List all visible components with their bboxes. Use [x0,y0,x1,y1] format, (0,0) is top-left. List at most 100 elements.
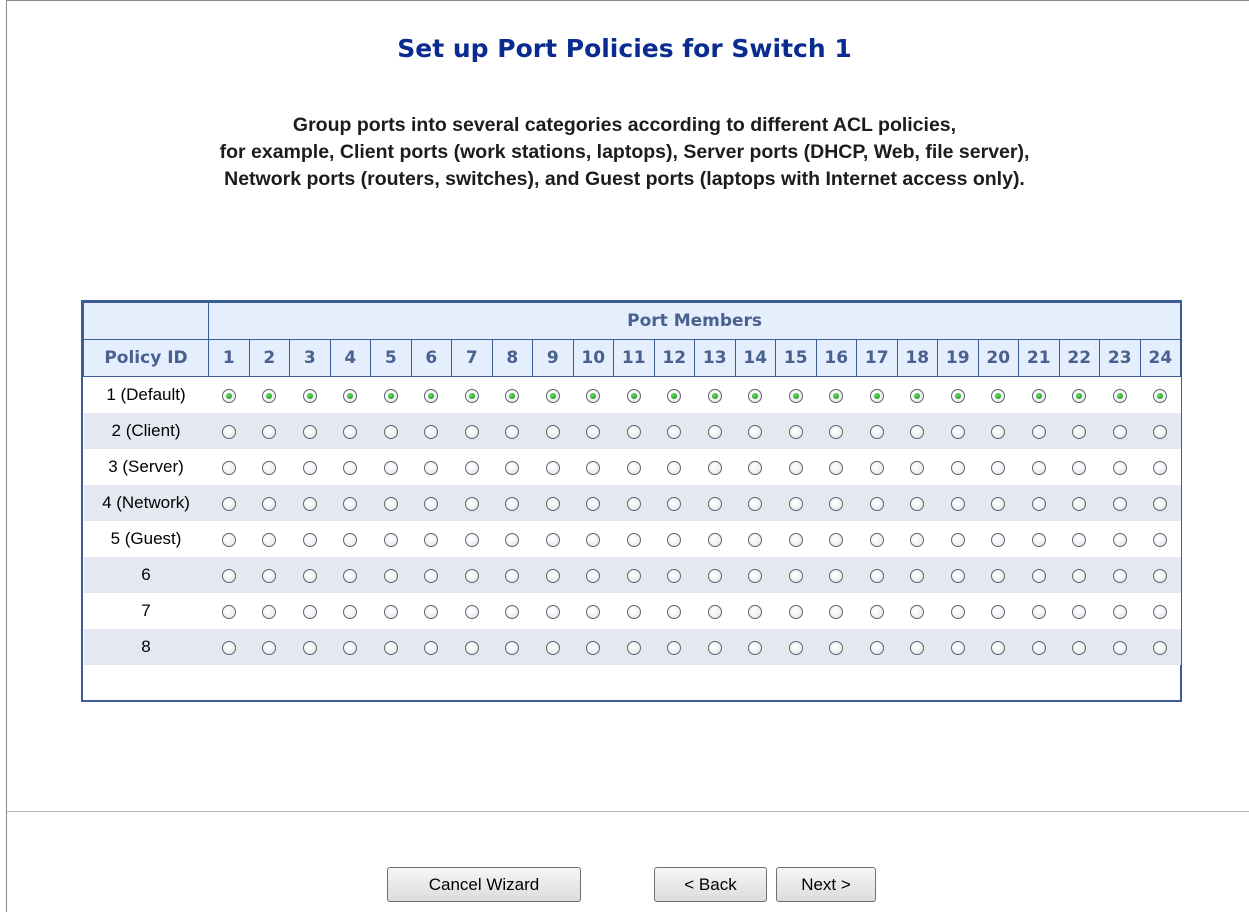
policy-5-port-22-radio[interactable] [1072,532,1087,547]
policy-8-port-12-radio[interactable] [667,640,682,655]
policy-1-port-17-radio[interactable] [869,388,884,403]
policy-7-port-3-radio[interactable] [302,604,317,619]
policy-4-port-4-radio[interactable] [343,496,358,511]
policy-1-port-22-radio[interactable] [1072,388,1087,403]
policy-2-port-13-radio[interactable] [707,424,722,439]
policy-6-port-14-radio[interactable] [748,568,763,583]
policy-7-port-19-radio[interactable] [950,604,965,619]
policy-1-port-14-radio[interactable] [748,388,763,403]
back-button[interactable]: < Back [654,867,767,902]
policy-7-port-1-radio[interactable] [221,604,236,619]
policy-1-port-20-radio[interactable] [991,388,1006,403]
policy-7-port-5-radio[interactable] [383,604,398,619]
policy-6-port-6-radio[interactable] [424,568,439,583]
policy-4-port-20-radio[interactable] [991,496,1006,511]
policy-2-port-22-radio[interactable] [1072,424,1087,439]
policy-4-port-14-radio[interactable] [748,496,763,511]
policy-3-port-16-radio[interactable] [829,460,844,475]
policy-5-port-10-radio[interactable] [586,532,601,547]
policy-4-port-8-radio[interactable] [505,496,520,511]
policy-1-port-8-radio[interactable] [505,388,520,403]
policy-3-port-9-radio[interactable] [545,460,560,475]
policy-5-port-14-radio[interactable] [748,532,763,547]
policy-1-port-3-radio[interactable] [302,388,317,403]
policy-3-port-4-radio[interactable] [343,460,358,475]
policy-6-port-17-radio[interactable] [869,568,884,583]
policy-1-port-9-radio[interactable] [545,388,560,403]
policy-3-port-10-radio[interactable] [586,460,601,475]
policy-1-port-24-radio[interactable] [1153,388,1168,403]
policy-5-port-4-radio[interactable] [343,532,358,547]
policy-7-port-2-radio[interactable] [262,604,277,619]
policy-7-port-6-radio[interactable] [424,604,439,619]
policy-2-port-2-radio[interactable] [262,424,277,439]
policy-8-port-14-radio[interactable] [748,640,763,655]
policy-2-port-3-radio[interactable] [302,424,317,439]
policy-5-port-21-radio[interactable] [1031,532,1046,547]
policy-3-port-13-radio[interactable] [707,460,722,475]
policy-1-port-2-radio[interactable] [262,388,277,403]
policy-3-port-19-radio[interactable] [950,460,965,475]
policy-6-port-7-radio[interactable] [464,568,479,583]
policy-8-port-21-radio[interactable] [1031,640,1046,655]
policy-3-port-21-radio[interactable] [1031,460,1046,475]
policy-2-port-7-radio[interactable] [464,424,479,439]
policy-2-port-5-radio[interactable] [383,424,398,439]
policy-5-port-18-radio[interactable] [910,532,925,547]
policy-8-port-13-radio[interactable] [707,640,722,655]
policy-3-port-15-radio[interactable] [788,460,803,475]
policy-6-port-10-radio[interactable] [586,568,601,583]
policy-6-port-21-radio[interactable] [1031,568,1046,583]
policy-8-port-11-radio[interactable] [626,640,641,655]
policy-2-port-17-radio[interactable] [869,424,884,439]
policy-4-port-10-radio[interactable] [586,496,601,511]
policy-7-port-18-radio[interactable] [910,604,925,619]
policy-6-port-4-radio[interactable] [343,568,358,583]
policy-7-port-24-radio[interactable] [1153,604,1168,619]
policy-8-port-8-radio[interactable] [505,640,520,655]
policy-2-port-21-radio[interactable] [1031,424,1046,439]
policy-2-port-18-radio[interactable] [910,424,925,439]
policy-8-port-7-radio[interactable] [464,640,479,655]
policy-7-port-20-radio[interactable] [991,604,1006,619]
policy-5-port-23-radio[interactable] [1112,532,1127,547]
policy-3-port-22-radio[interactable] [1072,460,1087,475]
policy-7-port-15-radio[interactable] [788,604,803,619]
policy-1-port-16-radio[interactable] [829,388,844,403]
policy-1-port-23-radio[interactable] [1112,388,1127,403]
policy-3-port-14-radio[interactable] [748,460,763,475]
policy-7-port-10-radio[interactable] [586,604,601,619]
policy-6-port-11-radio[interactable] [626,568,641,583]
policy-8-port-19-radio[interactable] [950,640,965,655]
policy-6-port-2-radio[interactable] [262,568,277,583]
policy-3-port-17-radio[interactable] [869,460,884,475]
policy-8-port-6-radio[interactable] [424,640,439,655]
policy-7-port-9-radio[interactable] [545,604,560,619]
policy-2-port-12-radio[interactable] [667,424,682,439]
policy-1-port-19-radio[interactable] [950,388,965,403]
policy-5-port-13-radio[interactable] [707,532,722,547]
policy-7-port-22-radio[interactable] [1072,604,1087,619]
policy-6-port-18-radio[interactable] [910,568,925,583]
policy-1-port-7-radio[interactable] [464,388,479,403]
policy-3-port-8-radio[interactable] [505,460,520,475]
policy-8-port-15-radio[interactable] [788,640,803,655]
policy-5-port-11-radio[interactable] [626,532,641,547]
policy-4-port-16-radio[interactable] [829,496,844,511]
policy-2-port-9-radio[interactable] [545,424,560,439]
policy-4-port-17-radio[interactable] [869,496,884,511]
policy-5-port-1-radio[interactable] [221,532,236,547]
policy-5-port-15-radio[interactable] [788,532,803,547]
policy-8-port-3-radio[interactable] [302,640,317,655]
policy-7-port-12-radio[interactable] [667,604,682,619]
policy-6-port-13-radio[interactable] [707,568,722,583]
policy-6-port-3-radio[interactable] [302,568,317,583]
policy-7-port-23-radio[interactable] [1112,604,1127,619]
policy-8-port-22-radio[interactable] [1072,640,1087,655]
policy-3-port-12-radio[interactable] [667,460,682,475]
policy-7-port-16-radio[interactable] [829,604,844,619]
policy-4-port-2-radio[interactable] [262,496,277,511]
policy-8-port-1-radio[interactable] [221,640,236,655]
policy-1-port-5-radio[interactable] [383,388,398,403]
policy-5-port-16-radio[interactable] [829,532,844,547]
